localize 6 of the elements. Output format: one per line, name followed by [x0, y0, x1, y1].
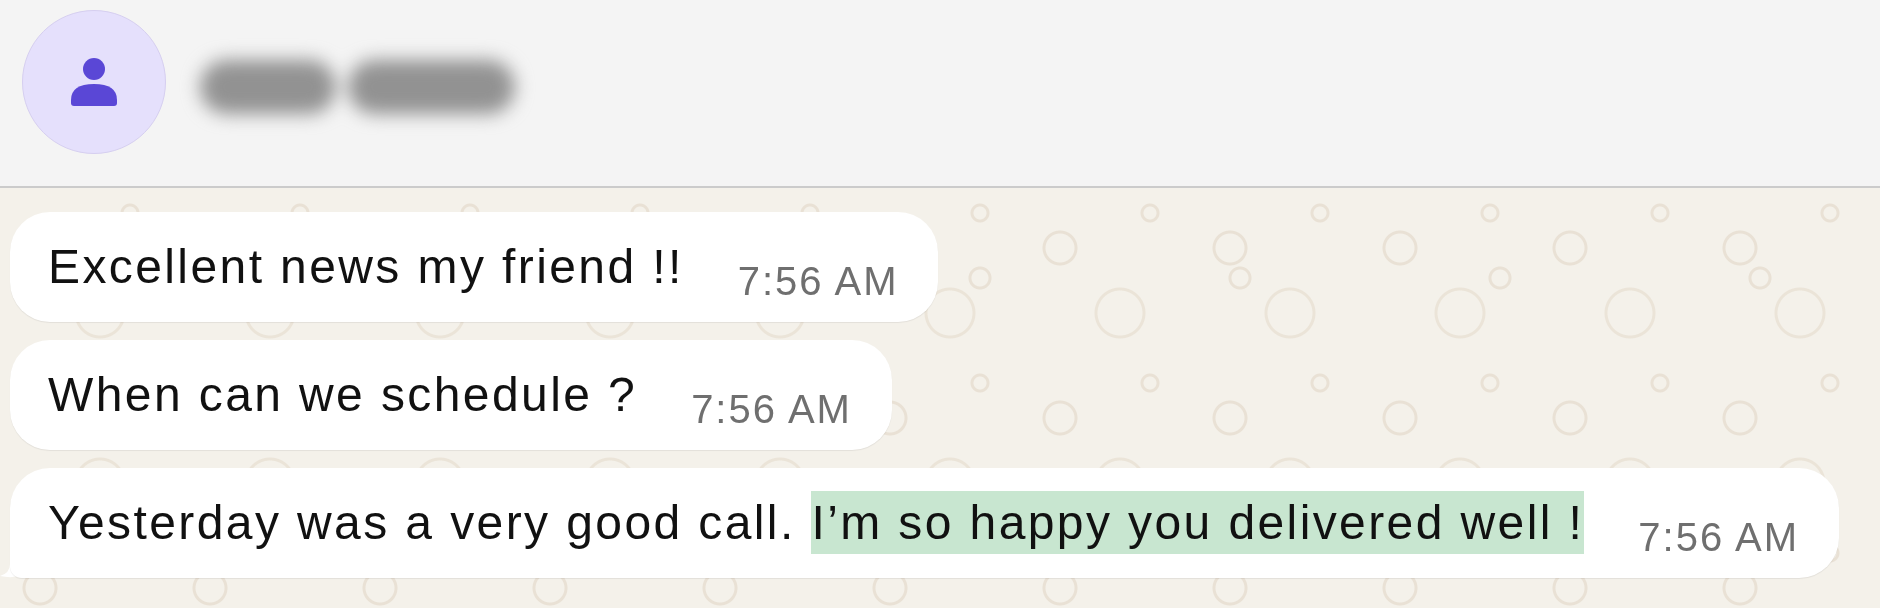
message-text: Excellent news my friend !!: [48, 239, 684, 295]
message-time: 7:56 AM: [691, 387, 852, 431]
message-time: 7:56 AM: [737, 259, 899, 303]
message-text: When can we schedule ?: [48, 367, 638, 423]
person-icon: [71, 58, 117, 106]
message-time: 7:56 AM: [1638, 515, 1800, 559]
